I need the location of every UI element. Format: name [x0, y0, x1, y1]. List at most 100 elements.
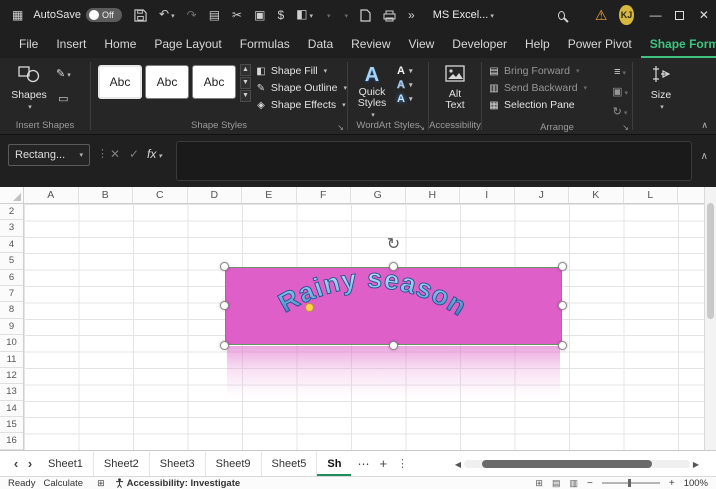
group-objects-icon[interactable]: ▣ ▾ — [612, 85, 628, 101]
page-break-view-icon[interactable]: ▥ — [569, 478, 578, 489]
shape-outline-button[interactable]: ✎ Shape Outline ▾ — [255, 82, 347, 95]
text-fill-button[interactable]: A ▾ — [397, 65, 412, 77]
scroll-left-icon[interactable]: ◀ — [452, 460, 464, 469]
row-header[interactable]: 6 — [0, 270, 23, 286]
tab-insert[interactable]: Insert — [47, 31, 95, 58]
column-header[interactable]: G — [351, 187, 406, 203]
undo-icon[interactable]: ↶ ▾ — [159, 0, 175, 32]
resize-handle[interactable] — [558, 341, 567, 350]
sheet-tab[interactable]: Sheet2 — [94, 451, 150, 476]
tab-developer[interactable]: Developer — [443, 31, 516, 58]
resize-handle[interactable] — [558, 301, 567, 310]
select-all-corner[interactable] — [0, 187, 24, 204]
macro-record-icon[interactable]: ⊞ — [97, 478, 105, 489]
resize-handle[interactable] — [220, 301, 229, 310]
row-header[interactable]: 11 — [0, 352, 23, 368]
horizontal-scrollbar[interactable]: ◀ ▶ — [452, 459, 702, 469]
gallery-down-icon[interactable]: ▼ — [240, 77, 251, 89]
gallery-up-icon[interactable]: ▲ — [240, 64, 251, 76]
vertical-scrollbar[interactable] — [704, 187, 716, 450]
send-backward-button[interactable]: ▥ Send Backward ▾ — [488, 82, 612, 95]
app-launcher-icon[interactable]: ▦ — [12, 0, 23, 30]
qat-dropdown-icon-2[interactable]: ▾ — [343, 0, 349, 32]
row-header[interactable]: 4 — [0, 237, 23, 254]
sheet-more-icon[interactable]: ⋯ — [357, 457, 369, 471]
text-box-icon[interactable]: ▭ — [56, 92, 71, 106]
currency-icon[interactable]: $ — [277, 0, 284, 30]
row-header[interactable]: 7 — [0, 286, 23, 303]
row-header[interactable]: 8 — [0, 302, 23, 319]
tab-shape-format[interactable]: Shape Format — [641, 31, 716, 58]
add-sheet-icon[interactable]: + — [379, 456, 387, 471]
quick-styles-button[interactable]: A Quick Styles ▾ — [352, 63, 392, 119]
column-header[interactable]: A — [24, 187, 79, 203]
copy-icon[interactable]: ▣ — [254, 0, 265, 30]
status-calculate[interactable]: Calculate — [43, 478, 83, 489]
formula-input[interactable] — [176, 141, 692, 181]
minimize-button[interactable]: — — [644, 0, 668, 30]
cut-icon[interactable]: ✂ — [232, 0, 242, 30]
tab-help[interactable]: Help — [516, 31, 559, 58]
shape-style-thumb[interactable]: Abc — [192, 65, 236, 99]
shape-style-thumb[interactable]: Abc — [145, 65, 189, 99]
sheet-options-icon[interactable]: ⋮ — [397, 457, 408, 470]
fill-color-icon[interactable]: ◧ ▾ — [296, 0, 313, 32]
resize-handle[interactable] — [220, 341, 229, 350]
save-icon[interactable] — [134, 0, 147, 30]
column-header[interactable]: B — [79, 187, 133, 203]
collapse-formula-bar-icon[interactable]: ∧ — [701, 151, 708, 162]
name-box[interactable]: Rectang... ▾ — [8, 144, 90, 166]
row-header[interactable]: 13 — [0, 384, 23, 401]
zoom-level[interactable]: 100% — [684, 478, 708, 489]
column-header[interactable]: F — [297, 187, 351, 203]
search-icon[interactable] — [557, 10, 565, 20]
tab-formulas[interactable]: Formulas — [231, 31, 299, 58]
alt-text-button[interactable]: Alt Text — [432, 63, 478, 111]
size-button[interactable]: Size ▾ — [638, 63, 684, 111]
sheet-tab[interactable]: Sheet5 — [262, 451, 318, 476]
gallery-more-icon[interactable]: ▼ — [240, 90, 251, 102]
maximize-button[interactable] — [668, 0, 692, 30]
new-file-icon[interactable] — [360, 0, 371, 30]
rectangle-shape[interactable] — [225, 267, 562, 345]
rotate-handle-icon[interactable]: ↻ — [387, 237, 400, 253]
row-header[interactable]: 12 — [0, 368, 23, 385]
tab-power-pivot[interactable]: Power Pivot — [559, 31, 641, 58]
adjustment-handle[interactable] — [305, 303, 314, 312]
redo-icon[interactable]: ↷ — [187, 0, 197, 30]
qat-overflow-icon[interactable]: » — [408, 0, 415, 30]
shape-fill-button[interactable]: ◧ Shape Fill ▾ — [255, 65, 347, 78]
column-header[interactable]: I — [460, 187, 515, 203]
row-header[interactable]: 16 — [0, 433, 23, 450]
autosave-toggle[interactable]: Off — [86, 8, 123, 22]
close-button[interactable]: ✕ — [692, 0, 716, 30]
normal-view-icon[interactable]: ⊞ — [535, 478, 543, 489]
bring-forward-button[interactable]: ▤ Bring Forward ▾ — [488, 65, 612, 78]
selection-pane-button[interactable]: ▦ Selection Pane — [488, 99, 612, 112]
horizontal-scroll-track[interactable] — [464, 460, 690, 468]
qat-dropdown-icon[interactable]: ▾ — [325, 0, 331, 32]
row-header[interactable]: 10 — [0, 335, 23, 352]
tab-view[interactable]: View — [400, 31, 444, 58]
resize-handle[interactable] — [389, 262, 398, 271]
zoom-slider[interactable] — [601, 479, 660, 487]
dialog-launcher-icon[interactable]: ↘ — [337, 123, 344, 132]
edit-shape-icon[interactable]: ✎ ▾ — [56, 67, 71, 83]
column-header[interactable]: C — [133, 187, 188, 203]
row-header[interactable]: 2 — [0, 204, 23, 221]
shape-style-thumb[interactable]: Abc — [98, 65, 142, 99]
column-header[interactable]: J — [515, 187, 569, 203]
paste-icon[interactable]: ▤ — [209, 0, 220, 30]
text-outline-button[interactable]: A ▾ — [397, 79, 413, 92]
insert-function-button[interactable]: fx ▾ — [147, 147, 162, 161]
row-header[interactable]: 5 — [0, 253, 23, 270]
row-header[interactable]: 15 — [0, 417, 23, 434]
warning-icon[interactable]: ⚠ — [595, 7, 608, 24]
sheet-tab[interactable]: Sheet9 — [206, 451, 262, 476]
tab-review[interactable]: Review — [342, 31, 399, 58]
resize-handle[interactable] — [558, 262, 567, 271]
column-header[interactable]: D — [188, 187, 242, 203]
column-header[interactable]: K — [569, 187, 624, 203]
enter-icon[interactable]: ✓ — [129, 147, 139, 161]
row-header[interactable]: 14 — [0, 401, 23, 418]
